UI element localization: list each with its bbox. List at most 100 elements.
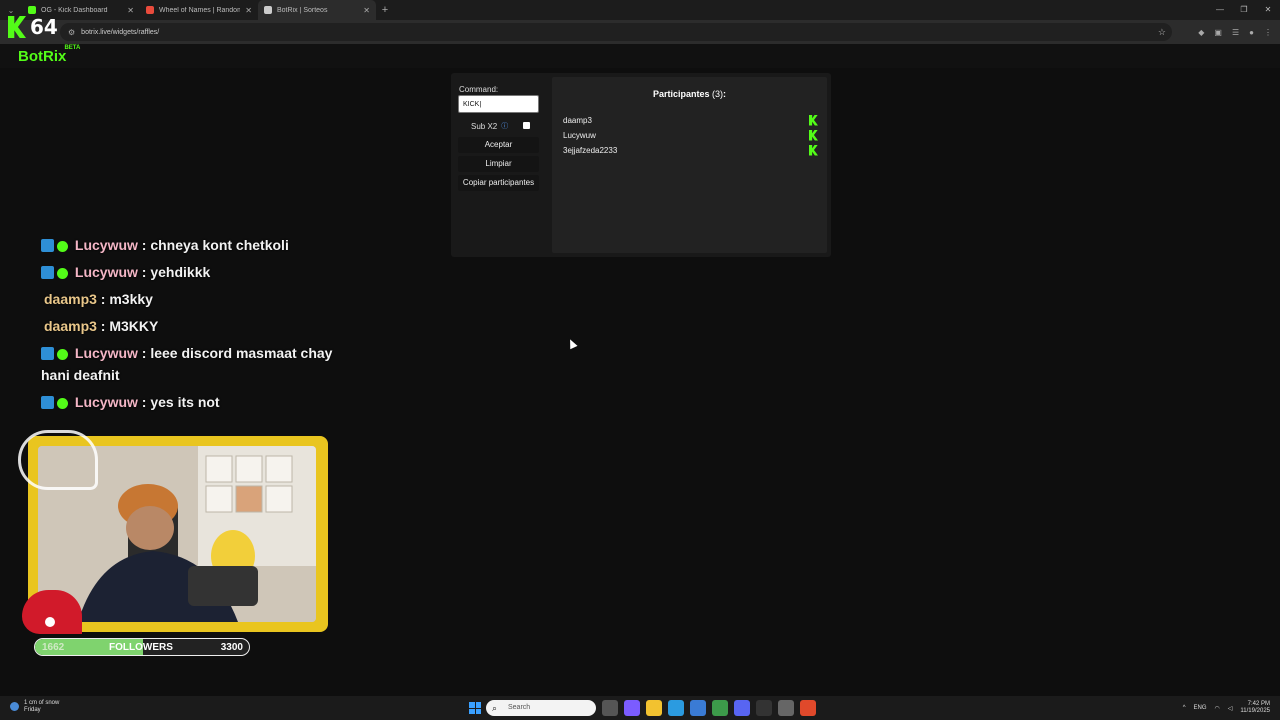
chat-message: Lucywuw : yehdikkk bbox=[41, 261, 361, 283]
tab-wheel-of-names[interactable]: Wheel of Names | Random name ✕ bbox=[140, 0, 258, 20]
start-button-icon[interactable] bbox=[469, 702, 481, 714]
participants-colon: : bbox=[723, 89, 727, 99]
moderator-badge-icon bbox=[41, 239, 54, 252]
follower-current: 1662 bbox=[42, 642, 65, 653]
botrix-logo[interactable]: BotRix BETA bbox=[18, 45, 80, 65]
participant-row: Lucywuw bbox=[563, 128, 818, 142]
url-text: botrix.live/widgets/raffles/ bbox=[81, 28, 160, 36]
new-tab-button[interactable]: + bbox=[376, 4, 394, 16]
sub-x2-option: Sub X2 ⓘ bbox=[471, 121, 531, 131]
extensions-puzzle-icon[interactable]: ▣ bbox=[1214, 28, 1222, 37]
taskbar-apps bbox=[602, 700, 816, 716]
accept-button[interactable]: Aceptar bbox=[458, 137, 539, 153]
chrome-icon[interactable] bbox=[712, 700, 728, 716]
chat-username: Lucywuw bbox=[74, 237, 138, 253]
search-placeholder: Search bbox=[508, 704, 531, 711]
copy-participants-button[interactable]: Copiar participantes bbox=[458, 175, 539, 191]
settings-icon[interactable] bbox=[778, 700, 794, 716]
lang-indicator[interactable]: ENG bbox=[1194, 705, 1207, 711]
brand-text: BotRix bbox=[18, 47, 67, 65]
menu-icon[interactable]: ☰ bbox=[1232, 28, 1239, 37]
search-icon: ⌕ bbox=[492, 703, 498, 713]
extension-icons: ◆ ▣ ☰ ● ⋮ bbox=[1198, 20, 1272, 44]
participant-row: 3ejjafzeda2233 bbox=[563, 143, 818, 157]
participant-row: daamp3 bbox=[563, 113, 818, 127]
participants-panel: Participantes (3): daamp3 Lucywuw 3ejjaf… bbox=[552, 77, 827, 253]
verified-badge-icon bbox=[57, 349, 68, 360]
wifi-icon[interactable]: ◠ bbox=[1215, 705, 1220, 712]
verified-badge-icon bbox=[57, 398, 68, 409]
chat-username: Lucywuw bbox=[74, 345, 138, 361]
command-input[interactable] bbox=[458, 95, 539, 113]
clear-button[interactable]: Limpiar bbox=[458, 156, 539, 172]
profile-avatar-icon[interactable]: ● bbox=[1249, 28, 1254, 37]
windows-taskbar: 1 cm of snow Friday ⌕ Search ^ ENG ◠ ◁ 7… bbox=[0, 696, 1280, 720]
app-icon[interactable] bbox=[690, 700, 706, 716]
chat-message: daamp3 : m3kky bbox=[41, 288, 361, 310]
kick-overlay-badge: 64 bbox=[8, 15, 58, 39]
chat-message: daamp3 : M3KKY bbox=[41, 315, 361, 337]
window-controls: — ❐ ✕ bbox=[1208, 0, 1280, 20]
tab-title: BotRix | Sorteos bbox=[277, 6, 328, 14]
minimize-icon[interactable]: — bbox=[1208, 0, 1232, 20]
botrix-header: BotRix BETA bbox=[0, 44, 1280, 68]
chat-text: : chneya kont chetkoli bbox=[137, 237, 289, 253]
verified-badge-icon bbox=[57, 241, 68, 252]
follower-goal-bar: 1662 FOLLOWERS 3300 bbox=[34, 638, 250, 656]
participants-title: Participantes (3): bbox=[552, 89, 827, 99]
botrix-favicon-icon bbox=[264, 6, 272, 14]
file-explorer-icon[interactable] bbox=[646, 700, 662, 716]
app-icon[interactable] bbox=[624, 700, 640, 716]
chevron-up-icon[interactable]: ^ bbox=[1183, 705, 1186, 711]
more-options-icon[interactable]: ⋮ bbox=[1264, 28, 1272, 37]
volume-icon[interactable]: ◁ bbox=[1228, 705, 1233, 712]
close-tab-icon[interactable]: ✕ bbox=[363, 6, 370, 15]
clock[interactable]: 7:42 PM 11/19/2025 bbox=[1240, 701, 1270, 715]
chat-username: Lucywuw bbox=[74, 394, 138, 410]
participants-title-text: Participantes bbox=[652, 89, 710, 99]
terminal-icon[interactable] bbox=[756, 700, 772, 716]
chat-username: daamp3 bbox=[44, 318, 97, 334]
kick-favicon-icon bbox=[28, 6, 36, 14]
participant-name: Lucywuw bbox=[563, 130, 596, 140]
chat-message: Lucywuw : leee discord masmaat chay hani… bbox=[41, 342, 361, 386]
frame-decoration bbox=[18, 430, 98, 490]
chat-text: : yes its not bbox=[137, 394, 220, 410]
kick-platform-icon bbox=[809, 144, 818, 156]
chat-username: daamp3 bbox=[44, 291, 97, 307]
discord-icon[interactable] bbox=[734, 700, 750, 716]
url-field[interactable]: ⚙ botrix.live/widgets/raffles/ ☆ bbox=[60, 23, 1172, 41]
brave-icon[interactable] bbox=[800, 700, 816, 716]
taskbar-search[interactable]: ⌕ Search bbox=[486, 700, 596, 716]
participant-name: daamp3 bbox=[563, 115, 592, 125]
weather-text: 1 cm of snow bbox=[24, 700, 60, 706]
restore-icon[interactable]: ❐ bbox=[1232, 0, 1256, 20]
close-tab-icon[interactable]: ✕ bbox=[127, 6, 134, 15]
weather-icon bbox=[10, 702, 19, 711]
weather-widget[interactable]: 1 cm of snow Friday bbox=[10, 700, 59, 714]
chat-message: Lucywuw : chneya kont chetkoli bbox=[41, 234, 361, 256]
chat-text: : yehdikkk bbox=[137, 264, 211, 280]
sub-x2-label: Sub X2 bbox=[471, 121, 498, 131]
info-icon[interactable]: ⓘ bbox=[501, 121, 508, 131]
extension-icon[interactable]: ◆ bbox=[1198, 28, 1204, 37]
close-window-icon[interactable]: ✕ bbox=[1256, 0, 1280, 20]
moderator-badge-icon bbox=[41, 347, 54, 360]
beta-badge: BETA bbox=[64, 44, 81, 51]
site-info-icon[interactable]: ⚙ bbox=[68, 28, 75, 37]
clock-time: 7:42 PM bbox=[1247, 701, 1270, 707]
kick-platform-icon bbox=[809, 114, 818, 126]
moderator-badge-icon bbox=[41, 396, 54, 409]
wheel-favicon-icon bbox=[146, 6, 154, 14]
task-view-icon[interactable] bbox=[602, 700, 618, 716]
bookmark-star-icon[interactable]: ☆ bbox=[1158, 27, 1166, 38]
tab-botrix-sorteos[interactable]: BotRix | Sorteos ✕ bbox=[258, 0, 376, 20]
mouse-cursor-icon bbox=[566, 337, 578, 350]
sub-x2-checkbox[interactable] bbox=[523, 122, 530, 129]
edge-icon[interactable] bbox=[668, 700, 684, 716]
chat-text: : m3kky bbox=[96, 291, 153, 307]
tunisia-flag-icon bbox=[42, 614, 58, 630]
close-tab-icon[interactable]: ✕ bbox=[245, 6, 252, 15]
participant-name: 3ejjafzeda2233 bbox=[563, 145, 618, 155]
tab-title: Wheel of Names | Random name bbox=[159, 6, 241, 14]
